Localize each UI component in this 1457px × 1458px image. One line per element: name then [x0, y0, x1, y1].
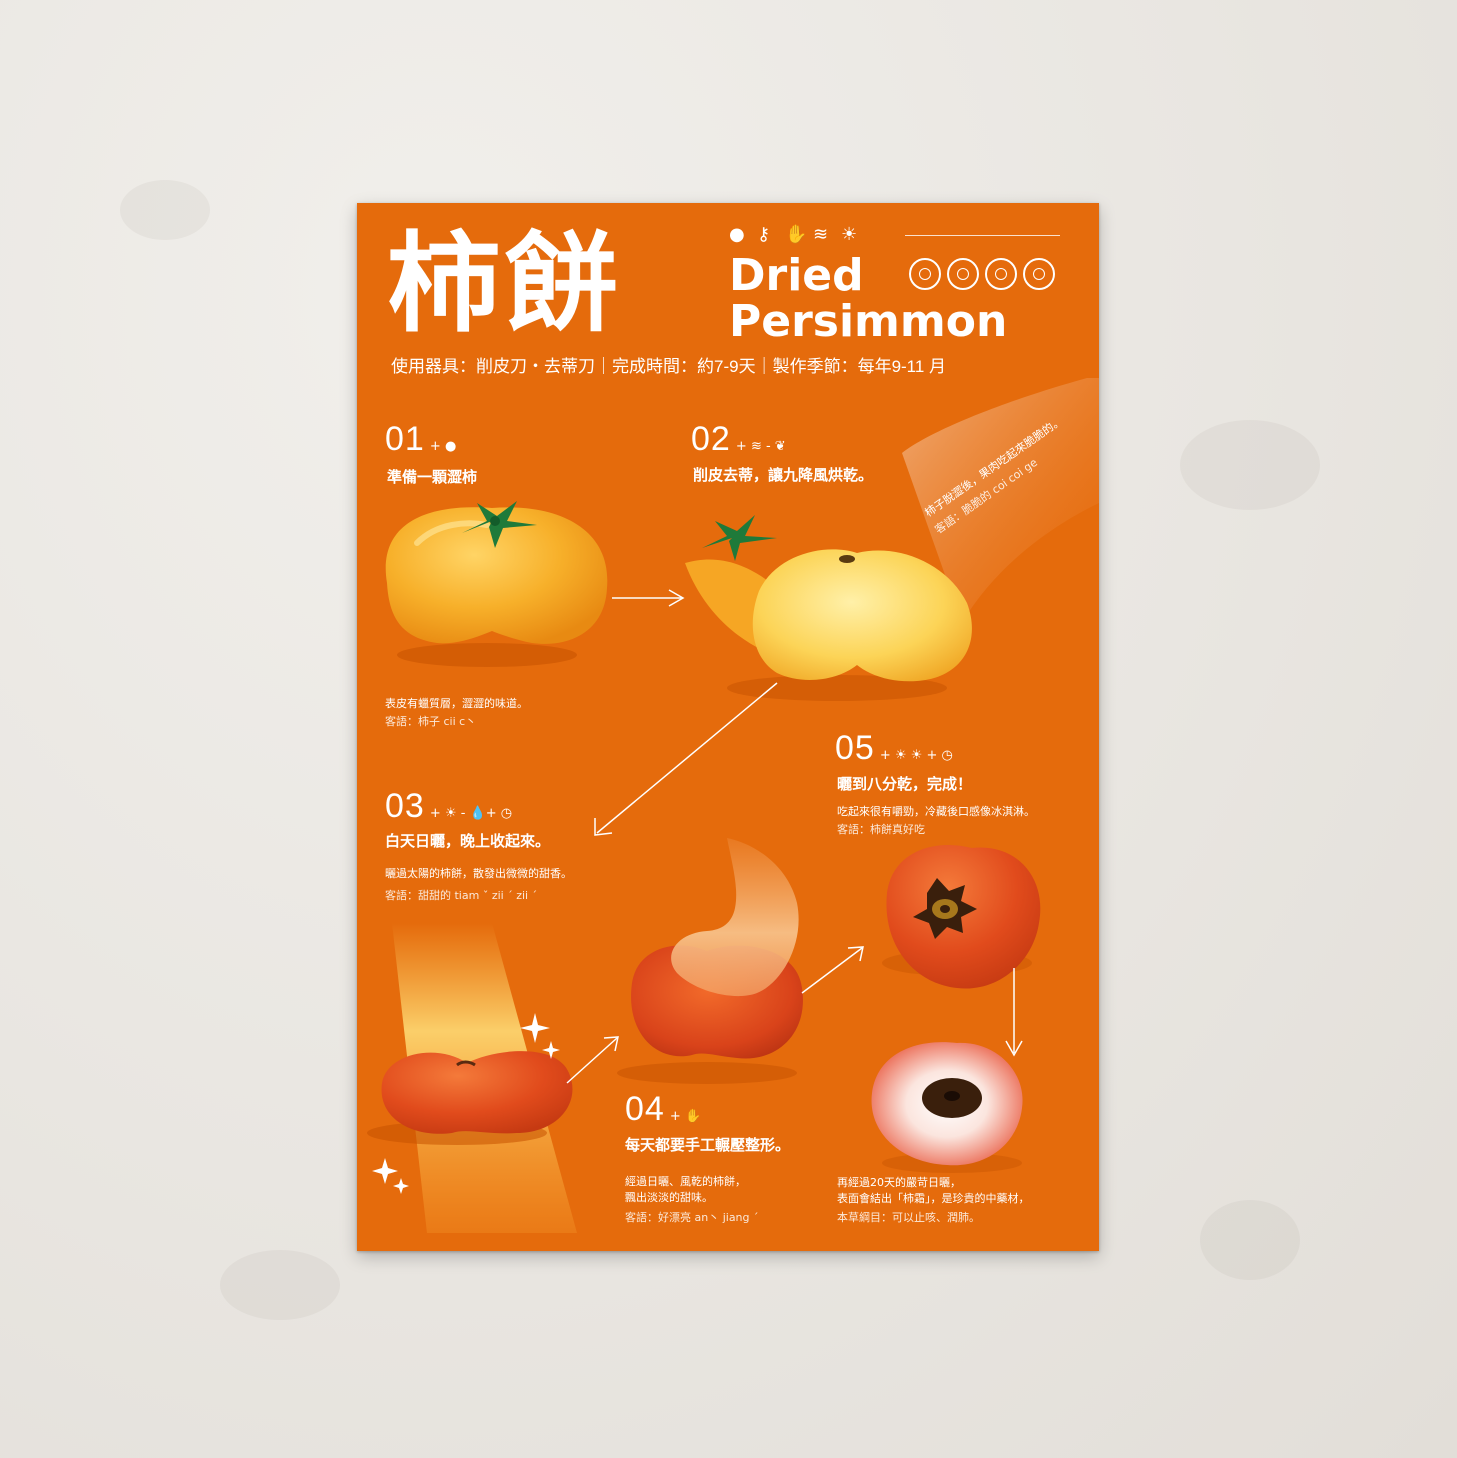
wall-texture [1200, 1200, 1300, 1280]
step-title: 準備一顆澀柿 [387, 468, 478, 486]
step-title: 削皮去蒂，讓九降風烘乾。 [693, 466, 874, 484]
step-desc: 表皮有蠟質層，澀澀的味道。 [385, 697, 528, 710]
knife-icon: ⚷ [757, 224, 771, 245]
step-note: 客語：好漂亮 an丶 jiang ˊ [625, 1211, 759, 1224]
final-text-line3: 本草綱目：可以止咳、潤肺。 [837, 1211, 980, 1224]
meta-info: 使用器具：削皮刀・去蒂刀｜完成時間：約7-9天｜製作季節：每年9-11 月 [391, 357, 947, 376]
wall-texture [120, 180, 210, 240]
step-icons: + ☀ ☀ + ◷ [879, 748, 953, 763]
step-icons: + ✋ [669, 1109, 702, 1124]
step-desc: 吃起來很有嚼勁，冷藏後口感像冰淇淋。 [837, 805, 1035, 818]
step-note: 客語：柿餅真好吃 [837, 823, 925, 836]
coin-icon [947, 258, 979, 290]
step-number: 03 [385, 787, 425, 825]
poster: 柿餅 ● ⚷ ✋ ≋ ☀ Dried Persimmon 使用器具：削皮刀・去蒂… [357, 203, 1099, 1251]
title-english-line1: Dried [729, 250, 864, 301]
hand-icon: ✋ [785, 224, 808, 245]
step-02: 02 + ≋ - ❦ [691, 421, 786, 457]
step-icons: + ● [429, 439, 457, 454]
sun-icon: ☀ [841, 224, 858, 245]
step-title: 曬到八分乾，完成！ [837, 775, 973, 793]
step-desc: 曬過太陽的柿餅，散發出微微的甜香。 [385, 867, 572, 880]
coin-icon [985, 258, 1017, 290]
frosted-persimmon-illustration [871, 1042, 1023, 1173]
fresh-persimmon-illustration [385, 501, 608, 667]
wind-icon: ≋ [813, 224, 829, 245]
final-text-line1: 再經過20天的嚴苛日曬， [837, 1176, 961, 1189]
coin-icon [909, 258, 941, 290]
step-01: 01 + ● [385, 421, 456, 457]
step-note: 客語：甜甜的 tiam ˇ zii ˊ zii ˊ [385, 889, 538, 902]
step-05: 05 + ☀ ☀ + ◷ [835, 730, 953, 766]
coin-icon [1023, 258, 1055, 290]
step-title: 白天日曬，晚上收起來。 [385, 832, 551, 850]
step-icons: + ☀ - 💧+ ◷ [429, 806, 513, 821]
step-number: 04 [625, 1090, 665, 1128]
title-english-line2: Persimmon [729, 296, 1008, 347]
step-number: 02 [691, 420, 731, 458]
arrow-step1-to-step2 [612, 589, 685, 607]
step-desc: 經過日曬、風乾的柿餅， [625, 1175, 746, 1188]
title-chinese: 柿餅 [387, 222, 623, 347]
step-03: 03 + ☀ - 💧+ ◷ [385, 788, 512, 824]
step-desc-line2: 飄出淡淡的甜味。 [625, 1191, 713, 1204]
arrow-step5-to-frost [1005, 968, 1023, 1057]
wall-texture [1180, 420, 1320, 510]
wall-texture [220, 1250, 340, 1320]
finished-persimmon-illustration [882, 845, 1041, 989]
step-04: 04 + ✋ [625, 1091, 701, 1127]
persimmon-icon: ● [729, 224, 745, 245]
arrow-step2-to-step3 [594, 682, 778, 836]
arrow-step3-to-step4 [566, 1036, 619, 1084]
step-note: 客語：柿子 cii c丶 [385, 715, 477, 728]
header-divider [905, 235, 1060, 236]
step-number: 01 [385, 420, 425, 458]
step-number: 05 [835, 729, 875, 767]
arrow-step4-to-step5 [801, 946, 864, 994]
step-title: 每天都要手工輾壓整形。 [625, 1136, 791, 1154]
final-text-line2: 表面會結出「柿霜」，是珍貴的中藥材， [837, 1192, 1030, 1205]
pressed-persimmon-illustration [617, 838, 803, 1084]
step-icons: + ≋ - ❦ [735, 439, 786, 454]
sun-dried-persimmon-illustration [367, 923, 577, 1233]
